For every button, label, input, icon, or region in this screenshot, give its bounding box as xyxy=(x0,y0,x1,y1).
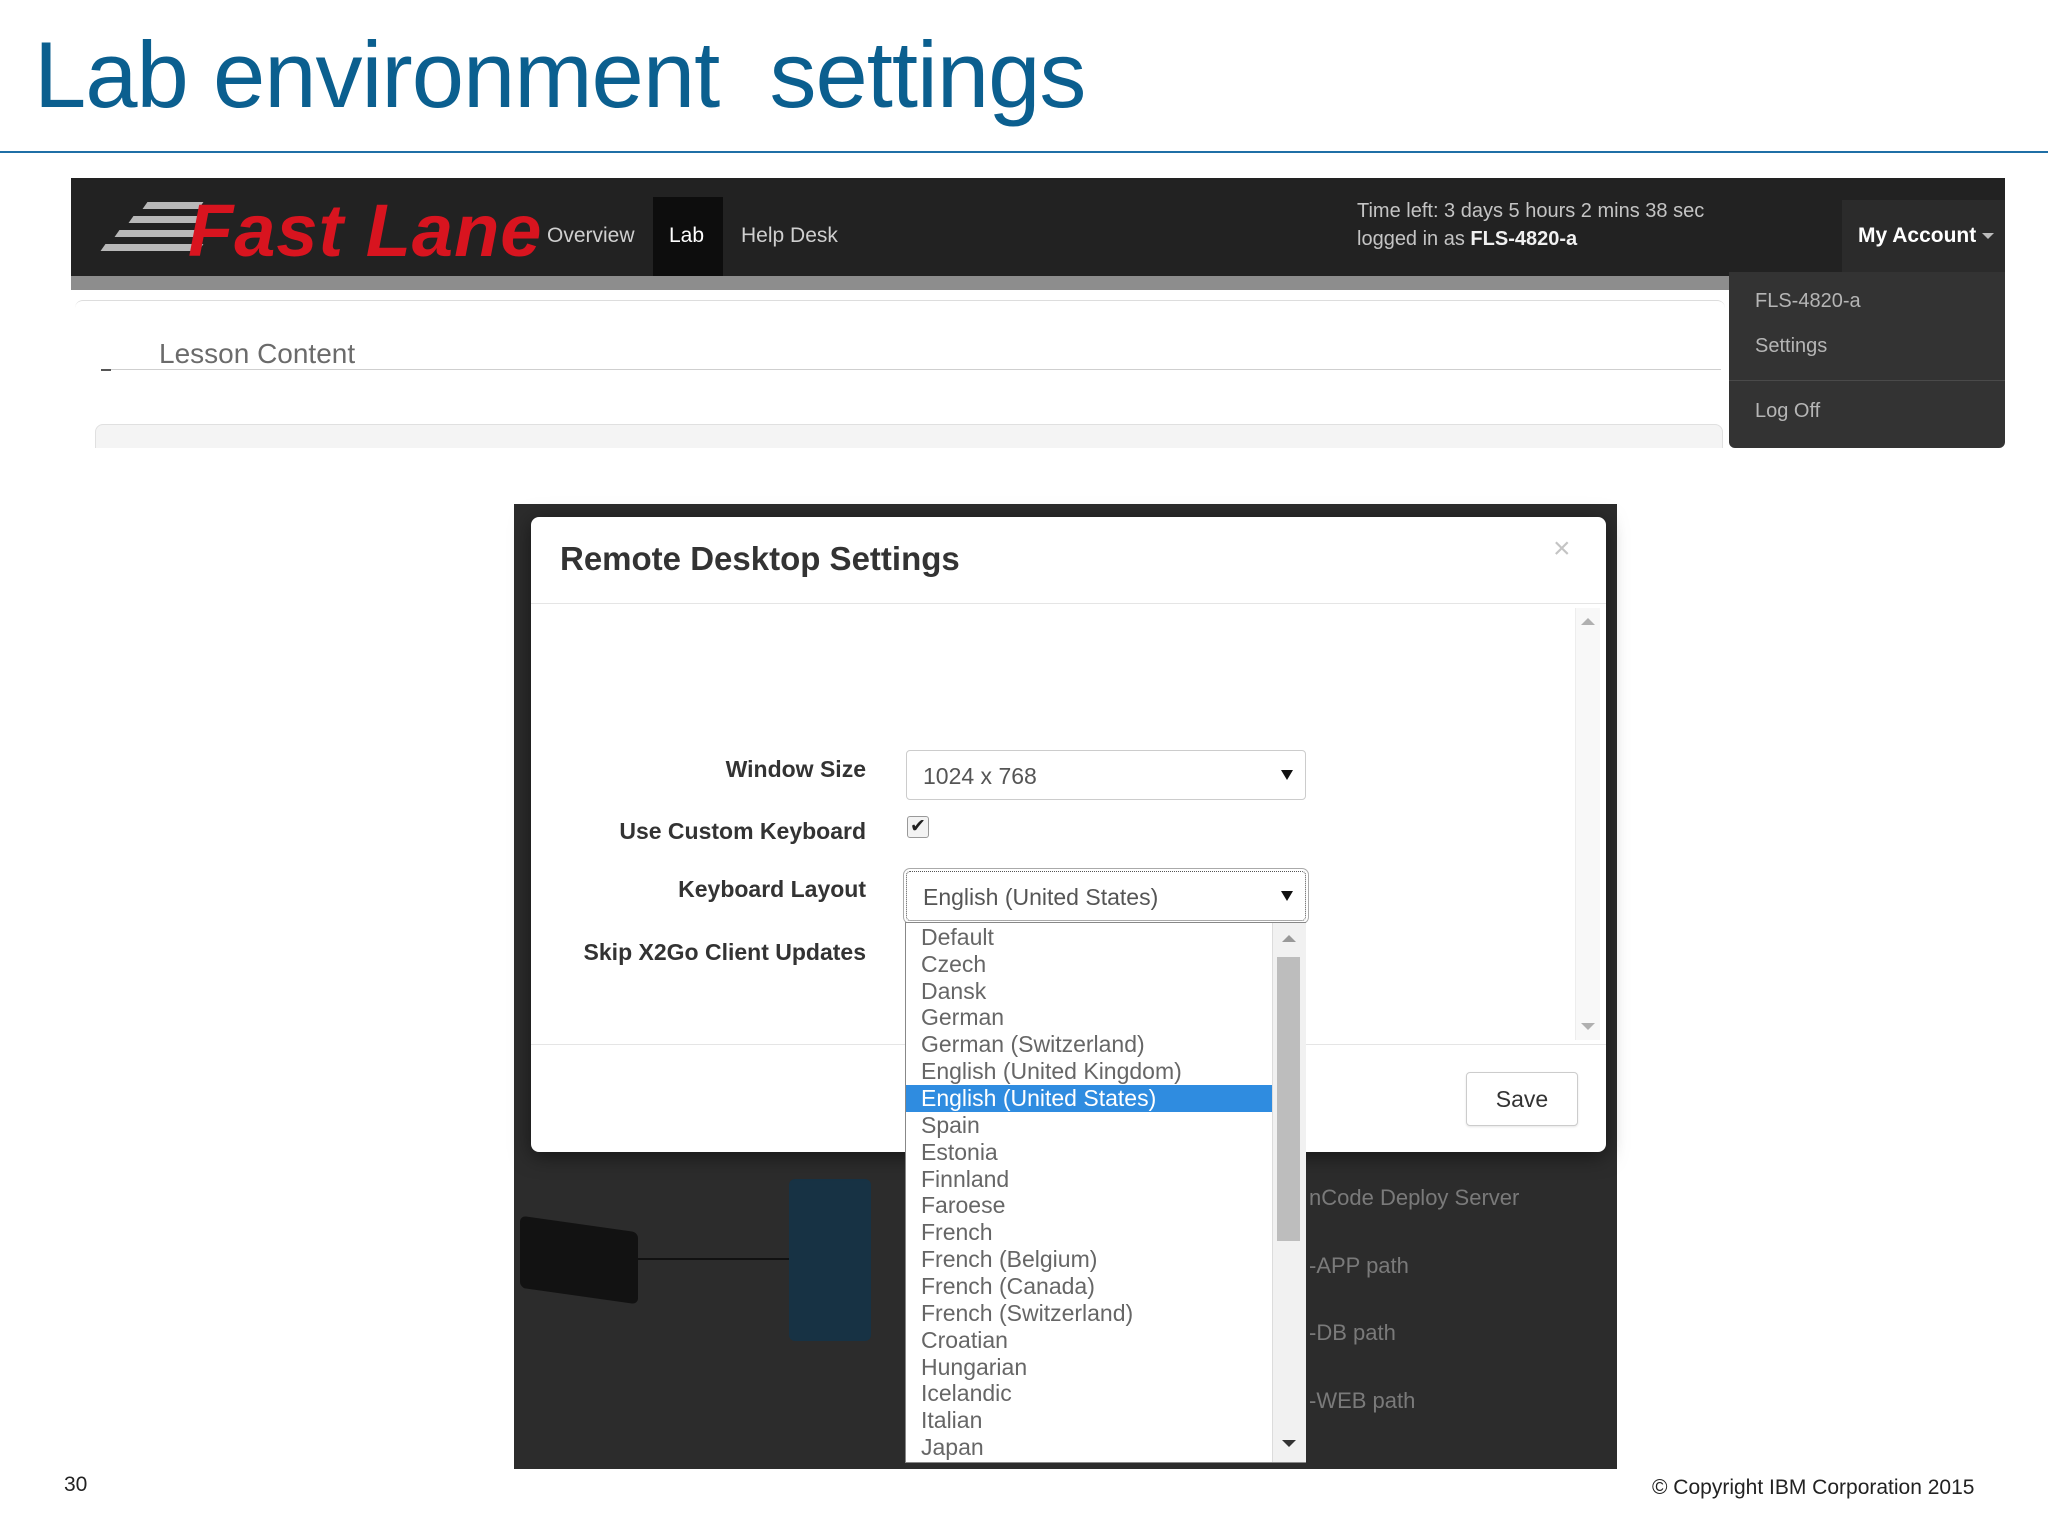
option-croatian[interactable]: Croatian xyxy=(921,1327,1008,1354)
option-french-belgium[interactable]: French (Belgium) xyxy=(921,1246,1097,1273)
server-device xyxy=(789,1179,871,1341)
copyright-notice: © Copyright IBM Corporation 2015 xyxy=(1652,1476,1975,1499)
caret-down-icon xyxy=(1982,233,1995,240)
nav-overview[interactable]: Overview xyxy=(547,224,635,248)
window-size-label: Window Size xyxy=(725,756,866,782)
modal-title: Remote Desktop Settings xyxy=(560,540,960,577)
collapse-icon[interactable] xyxy=(101,369,111,371)
dropdown-scroll-thumb[interactable] xyxy=(1277,957,1300,1241)
option-english-us[interactable]: English (United States) xyxy=(921,1085,1156,1112)
option-finnland[interactable]: Finnland xyxy=(921,1166,1009,1193)
logo-text: Fast Lane xyxy=(188,189,543,272)
keyboard-layout-value: English (United States) xyxy=(923,884,1159,910)
option-german-switzerland[interactable]: German (Switzerland) xyxy=(921,1031,1145,1058)
option-hungarian[interactable]: Hungarian xyxy=(921,1354,1027,1381)
bg-path-label: -WEB path xyxy=(1309,1388,1416,1413)
scroll-down-icon[interactable] xyxy=(1581,1023,1595,1030)
window-size-select[interactable]: 1024 x 768 xyxy=(906,750,1306,800)
checkmark-icon: ✔ xyxy=(910,816,926,837)
option-german[interactable]: German xyxy=(921,1004,1004,1031)
username: FLS-4820-a xyxy=(1470,228,1578,250)
lesson-content-heading[interactable]: Lesson Content xyxy=(159,338,355,370)
bg-path-label: -DB path xyxy=(1309,1320,1396,1345)
triangle-down-icon xyxy=(1281,891,1293,901)
keyboard-layout-select[interactable]: English (United States) xyxy=(903,868,1309,924)
custom-keyboard-checkbox[interactable]: ✔ xyxy=(907,816,929,838)
option-default[interactable]: Default xyxy=(921,924,994,951)
option-french[interactable]: French xyxy=(921,1219,993,1246)
scroll-up-icon[interactable] xyxy=(1581,618,1595,625)
title-divider xyxy=(0,151,2048,153)
my-account-label: My Account xyxy=(1858,224,1977,247)
skip-updates-label: Skip X2Go Client Updates xyxy=(583,939,866,965)
my-account-button[interactable]: My Account xyxy=(1858,224,1995,248)
fast-lane-logo[interactable]: Fast Lane xyxy=(93,189,541,272)
account-menu-settings[interactable]: Settings xyxy=(1755,335,1827,358)
triangle-down-icon xyxy=(1281,770,1293,780)
menu-divider xyxy=(1729,380,2005,381)
network-link xyxy=(638,1258,813,1260)
custom-keyboard-label: Use Custom Keyboard xyxy=(619,818,866,844)
option-japan[interactable]: Japan xyxy=(921,1434,984,1461)
portal-screenshot: Fast Lane Overview Lab Help Desk Time le… xyxy=(71,178,2005,448)
save-button[interactable]: Save xyxy=(1466,1072,1578,1126)
window-size-value: 1024 x 768 xyxy=(923,763,1037,789)
navbar-shadow-band xyxy=(71,276,2005,290)
keyboard-layout-options[interactable]: Default Czech Dansk German German (Switz… xyxy=(905,922,1306,1463)
slide-title: Lab environment settings xyxy=(34,22,1086,127)
scroll-down-icon[interactable] xyxy=(1282,1440,1296,1447)
option-czech[interactable]: Czech xyxy=(921,951,986,978)
close-icon[interactable]: × xyxy=(1553,532,1571,566)
modal-header-divider xyxy=(531,603,1606,604)
scroll-up-icon[interactable] xyxy=(1282,935,1296,942)
option-dansk[interactable]: Dansk xyxy=(921,978,986,1005)
option-spain[interactable]: Spain xyxy=(921,1112,980,1139)
page-number: 30 xyxy=(64,1473,88,1496)
option-french-canada[interactable]: French (Canada) xyxy=(921,1273,1095,1300)
account-menu-username[interactable]: FLS-4820-a xyxy=(1755,290,1861,313)
lesson-inner-panel xyxy=(95,424,1723,448)
nav-lab[interactable]: Lab xyxy=(669,224,704,248)
keyboard-layout-label: Keyboard Layout xyxy=(678,876,866,902)
time-left-text: Time left: 3 days 5 hours 2 mins 38 sec xyxy=(1357,200,1705,222)
logged-in-prefix: logged in as xyxy=(1357,228,1471,250)
option-french-switzerland[interactable]: French (Switzerland) xyxy=(921,1300,1133,1327)
bg-path-label: -APP path xyxy=(1309,1253,1409,1278)
option-icelandic[interactable]: Icelandic xyxy=(921,1380,1012,1407)
bg-server-label: nCode Deploy Server xyxy=(1309,1185,1520,1210)
account-menu-log-off[interactable]: Log Off xyxy=(1755,400,1820,423)
logged-in-text: logged in as FLS-4820-a xyxy=(1357,228,1577,251)
option-faroese[interactable]: Faroese xyxy=(921,1192,1005,1219)
lesson-divider xyxy=(101,369,1721,370)
switch-device xyxy=(520,1215,638,1305)
modal-scrollbar[interactable] xyxy=(1575,608,1600,1040)
nav-help-desk[interactable]: Help Desk xyxy=(741,224,838,248)
option-italian[interactable]: Italian xyxy=(921,1407,982,1434)
option-estonia[interactable]: Estonia xyxy=(921,1139,998,1166)
option-english-uk[interactable]: English (United Kingdom) xyxy=(921,1058,1182,1085)
